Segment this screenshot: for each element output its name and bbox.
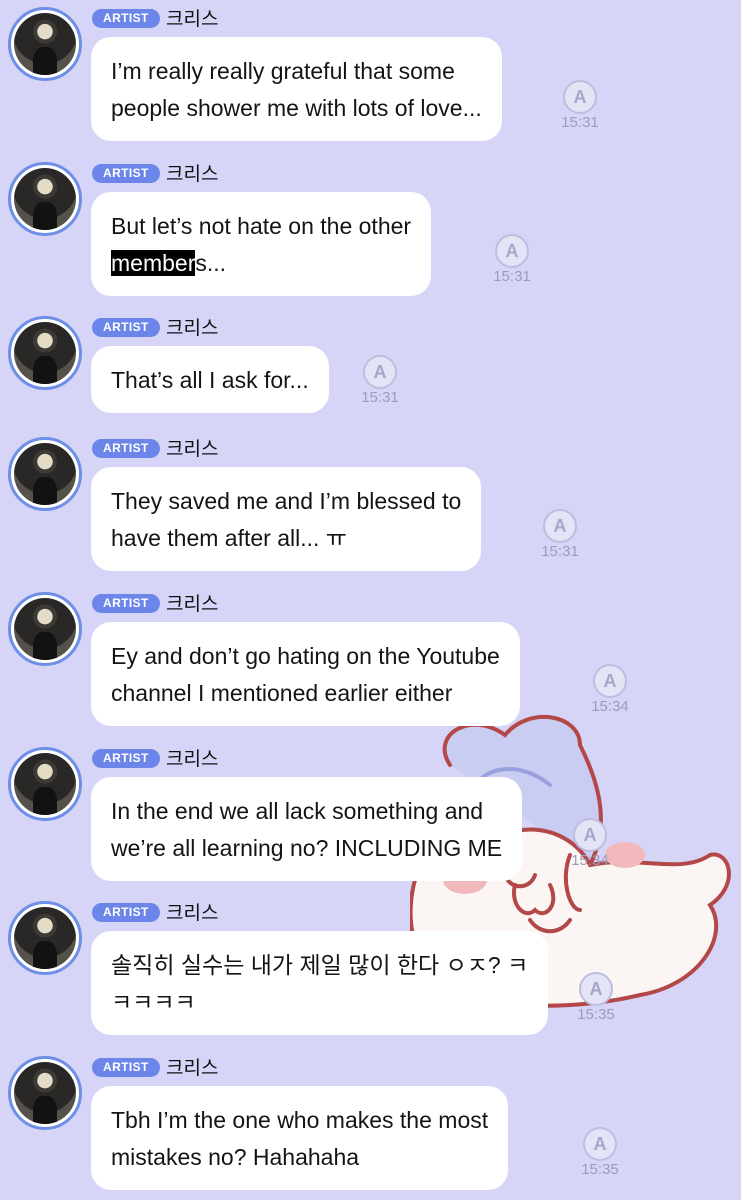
artist-badge: ARTIST — [92, 1058, 160, 1077]
message-text-line: 솔직히 실수는 내가 제일 많이 한다 ㅇㅈ? ㅋ — [111, 952, 529, 978]
message-bubble[interactable]: Tbh I’m the one who makes the most mistak… — [91, 1086, 509, 1190]
timestamp: 15:31 — [493, 268, 531, 285]
message-bubble[interactable]: That’s all I ask for... — [91, 346, 329, 413]
message-bubble[interactable]: 솔직히 실수는 내가 제일 많이 한다 ㅇㅈ? ㅋㅋㅋㅋㅋ — [91, 931, 549, 1035]
translate-icon-glyph: A — [589, 979, 603, 999]
sender-name: 크리스 — [166, 902, 219, 924]
message-text-line: I’m really really grateful that some — [111, 58, 455, 84]
timestamp: 15:35 — [577, 1006, 615, 1023]
sender-name: 크리스 — [166, 8, 219, 30]
message-text-line: Ey and don’t go hating on the Youtube — [111, 643, 500, 669]
sender-name: 크리스 — [166, 1057, 219, 1079]
avatar-photo — [14, 1062, 76, 1124]
translate-icon-glyph: A — [603, 671, 617, 691]
timestamp: 15:31 — [541, 543, 579, 560]
avatar-photo — [14, 13, 76, 75]
avatar[interactable] — [8, 1056, 82, 1130]
message-bubble[interactable]: But let’s not hate on the other members..… — [91, 192, 432, 296]
message-bubble[interactable]: Ey and don’t go hating on the Youtube cha… — [91, 622, 520, 726]
message-meta: A 15:31 — [556, 80, 604, 131]
message-text-line: Tbh I’m the one who makes the most — [111, 1107, 489, 1133]
translate-icon-glyph: A — [583, 825, 597, 845]
message-text-line: In the end we all lack something and — [111, 798, 484, 824]
sender-name: 크리스 — [166, 163, 219, 185]
timestamp: 15:31 — [561, 114, 599, 131]
avatar-photo — [14, 322, 76, 384]
message-meta: A 15:34 — [566, 818, 614, 869]
timestamp: 15:34 — [591, 698, 629, 715]
artist-badge: ARTIST — [92, 594, 160, 613]
sender-name: 크리스 — [166, 748, 219, 770]
message-bubble[interactable]: They saved me and I’m blessed to have the… — [91, 467, 482, 571]
avatar-photo — [14, 598, 76, 660]
avatar[interactable] — [8, 7, 82, 81]
avatar-photo — [14, 753, 76, 815]
message-meta: A 15:35 — [572, 972, 620, 1023]
artist-badge: ARTIST — [92, 9, 160, 28]
message-meta: A 15:31 — [488, 234, 536, 285]
artist-badge: ARTIST — [92, 903, 160, 922]
message-text-line: They saved me and I’m blessed to — [111, 488, 462, 514]
translate-icon-glyph: A — [553, 516, 567, 536]
message-text-line: That’s all I ask for... — [111, 367, 309, 393]
avatar[interactable] — [8, 592, 82, 666]
translate-icon[interactable]: A — [495, 234, 529, 268]
avatar-photo — [14, 907, 76, 969]
avatar[interactable] — [8, 162, 82, 236]
message-bubble[interactable]: In the end we all lack something and we’r… — [91, 777, 523, 881]
artist-badge: ARTIST — [92, 749, 160, 768]
message-meta: A 15:34 — [586, 664, 634, 715]
timestamp: 15:34 — [571, 852, 609, 869]
translate-icon[interactable]: A — [573, 818, 607, 852]
translate-icon[interactable]: A — [543, 509, 577, 543]
message-text-line: we’re all learning no? INCLUDING ME — [111, 835, 503, 861]
sender-name: 크리스 — [166, 317, 219, 339]
message-bubble[interactable]: I’m really really grateful that some peop… — [91, 37, 502, 141]
translate-icon-glyph: A — [593, 1134, 607, 1154]
avatar-photo — [14, 443, 76, 505]
sender-name: 크리스 — [166, 593, 219, 615]
avatar-photo — [14, 168, 76, 230]
translate-icon[interactable]: A — [579, 972, 613, 1006]
message-meta: A 15:35 — [576, 1127, 624, 1178]
artist-badge: ARTIST — [92, 164, 160, 183]
translate-icon-glyph: A — [573, 87, 587, 107]
translate-icon[interactable]: A — [563, 80, 597, 114]
highlighted-text: member — [111, 250, 196, 276]
message-text-line: members... — [111, 250, 227, 276]
timestamp: 15:31 — [361, 389, 399, 406]
artist-badge: ARTIST — [92, 439, 160, 458]
message-text-line: But let’s not hate on the other — [111, 213, 412, 239]
message-text-line: ㅋㅋㅋㅋ — [111, 989, 196, 1015]
timestamp: 15:35 — [581, 1161, 619, 1178]
avatar[interactable] — [8, 437, 82, 511]
translate-icon-glyph: A — [505, 241, 519, 261]
translate-icon[interactable]: A — [363, 355, 397, 389]
message-meta: A 15:31 — [356, 355, 404, 406]
message-text-line: channel I mentioned earlier either — [111, 680, 453, 706]
message-text-line: mistakes no? Hahahaha — [111, 1144, 360, 1170]
message-text-line: people shower me with lots of love... — [111, 95, 482, 121]
translate-icon[interactable]: A — [583, 1127, 617, 1161]
message-meta: A 15:31 — [536, 509, 584, 560]
translate-icon[interactable]: A — [593, 664, 627, 698]
translate-icon-glyph: A — [373, 362, 387, 382]
message-text-line: have them after all... ㅠ — [111, 525, 347, 551]
avatar[interactable] — [8, 747, 82, 821]
avatar[interactable] — [8, 901, 82, 975]
avatar[interactable] — [8, 316, 82, 390]
sender-name: 크리스 — [166, 438, 219, 460]
artist-badge: ARTIST — [92, 318, 160, 337]
chat-thread: ARTIST 크리스 I’m really really grateful that… — [0, 0, 741, 1200]
